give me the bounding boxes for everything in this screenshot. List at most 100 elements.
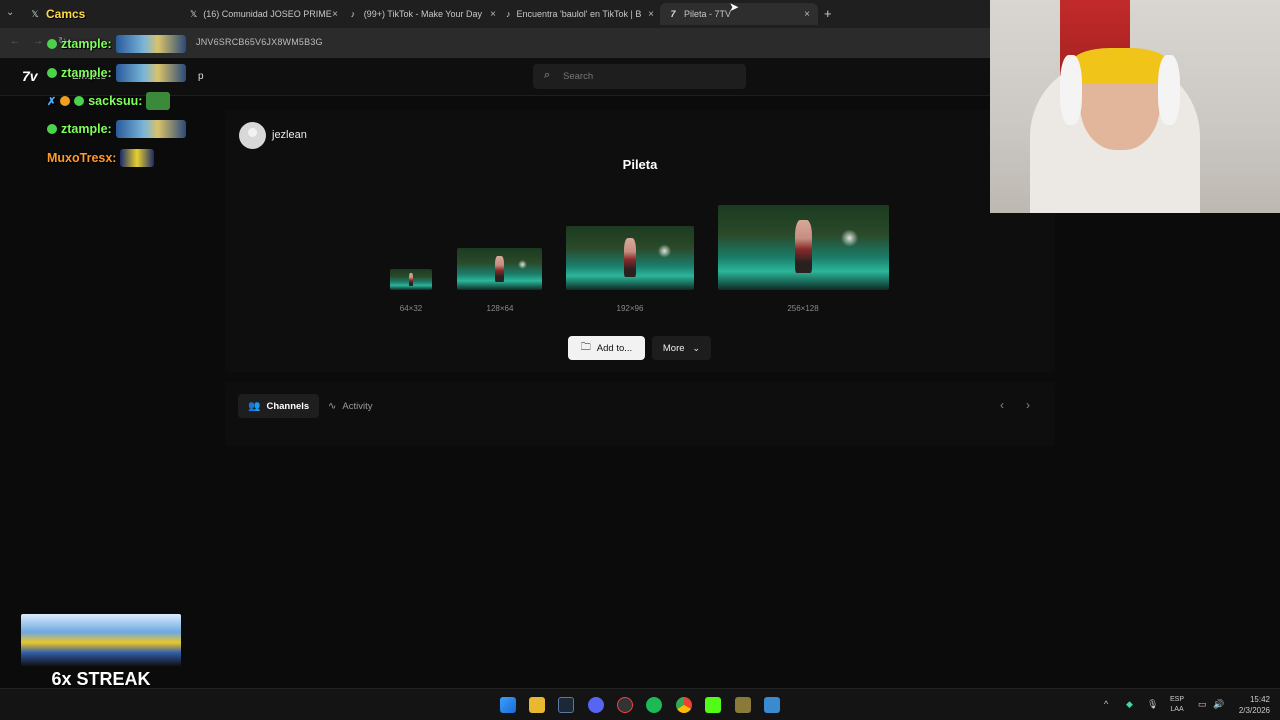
emote-preview-256[interactable]	[718, 205, 889, 290]
spotify-icon[interactable]	[646, 697, 662, 713]
size-label-64: 64×32	[399, 304, 423, 313]
back-arrow-icon[interactable]: ←	[10, 36, 20, 47]
file-explorer-icon[interactable]	[529, 697, 545, 713]
minions-emote-icon	[115, 64, 186, 82]
language-top: ESP	[1170, 696, 1185, 703]
tab-comunidad-joseo[interactable]: 𝕏 (16) Comunidad JOSEO PRIME ×	[190, 3, 338, 25]
tab-activity[interactable]: ∿ Activity	[318, 394, 382, 418]
chevron-down-icon: ⌄	[692, 342, 701, 353]
activity-pulse-icon: ∿	[328, 400, 337, 412]
streak-minions-image	[21, 614, 181, 666]
forward-arrow-icon[interactable]: →	[33, 36, 43, 47]
more-button[interactable]: More ⌄	[652, 336, 711, 360]
minion-emote-icon	[120, 149, 155, 167]
chat-line: ✗ sacksuu:	[47, 90, 171, 112]
search-box[interactable]: ⌕ Search	[533, 64, 746, 89]
tab-camcs[interactable]: 𝕏 Camcs	[30, 3, 180, 25]
language-bottom: LAA	[1170, 706, 1184, 713]
mouse-cursor-icon: ➤	[729, 0, 740, 14]
streak-text: 6x STREAK	[51, 669, 151, 689]
new-tab-button[interactable]: +	[824, 6, 832, 21]
minions-emote-icon	[115, 120, 186, 138]
tab-tiktok-search[interactable]: ♪ Encuentra 'baulol' en TikTok | B ×	[506, 3, 654, 25]
avatar-head-icon	[248, 128, 257, 137]
tiktok-icon: ♪	[506, 9, 511, 19]
tab-list-chevron-icon[interactable]: ⌄	[6, 7, 14, 18]
steam-icon[interactable]	[558, 697, 574, 713]
chat-badge-icon	[47, 124, 57, 134]
users-icon: 👥	[248, 400, 261, 412]
tray-chevron-up-icon[interactable]: ^	[1104, 699, 1108, 709]
volume-icon[interactable]: 🔊	[1213, 699, 1224, 710]
chrome-icon[interactable]	[676, 697, 692, 713]
minions-emote-icon	[115, 35, 186, 53]
tab-close-icon[interactable]: ×	[648, 9, 654, 20]
add-to-label: Add to...	[596, 342, 633, 354]
chat-username: ztample:	[61, 66, 112, 80]
tab-label: Encuentra 'baulol' en TikTok | B	[516, 9, 642, 19]
chat-line: ztample:	[47, 33, 186, 55]
microphone-icon[interactable]: 🎙	[1147, 699, 1158, 710]
tab-label: Camcs	[46, 7, 86, 21]
emoji-badge-icon	[60, 96, 71, 106]
clock-time: 15:42	[1249, 695, 1270, 704]
emote-preview-192[interactable]	[566, 226, 694, 290]
network-icon[interactable]: ▭	[1198, 699, 1207, 710]
green-emote-icon	[146, 92, 171, 110]
windows-taskbar: ^ ◆ 🎙 ESP LAA ▭ 🔊 15:42 2/3/2026	[0, 688, 1280, 720]
x-logo-icon: 𝕏	[31, 8, 39, 19]
clock-date: 2/3/2026	[1238, 706, 1270, 715]
add-to-button[interactable]: 🗀 Add to...	[568, 336, 645, 360]
tab-tiktok-home[interactable]: ♪ (99+) TikTok - Make Your Day ×	[348, 3, 496, 25]
owner-name[interactable]: jezlean	[272, 129, 307, 141]
sword-badge-icon: ✗	[47, 95, 57, 108]
chat-username: sacksuu:	[88, 94, 143, 108]
chat-badge-icon	[74, 96, 85, 106]
x-logo-icon: 𝕏	[190, 8, 198, 19]
chevron-left-icon[interactable]: ‹	[1000, 398, 1004, 412]
tiktok-icon: ♪	[350, 9, 356, 19]
webcam-headphone-left	[1060, 55, 1082, 125]
nav-partial-link[interactable]: p	[198, 71, 204, 82]
webcam-feed	[990, 0, 1280, 213]
tab-close-icon[interactable]: ×	[804, 9, 810, 20]
size-label-128: 128×64	[486, 304, 514, 313]
search-icon: ⌕	[544, 69, 551, 81]
defender-shield-icon[interactable]: ◆	[1126, 699, 1133, 710]
chevron-right-icon[interactable]: ›	[1026, 398, 1030, 412]
size-label-256: 256×128	[787, 304, 819, 313]
chat-badge-icon	[47, 39, 57, 49]
emote-preview-64[interactable]	[390, 269, 432, 290]
tab-channels-label: Channels	[266, 400, 310, 412]
tab-label: Pileta - 7TV	[684, 9, 732, 19]
tab-channels[interactable]: 👥 Channels	[238, 394, 320, 418]
size-label-192: 192×96	[616, 304, 644, 313]
chat-line: ztample:	[47, 118, 186, 140]
tab-close-icon[interactable]: ×	[490, 9, 496, 20]
7tv-icon: 7	[670, 9, 676, 19]
chat-username: ztample:	[61, 122, 112, 136]
kick-icon[interactable]	[705, 697, 721, 713]
url-text[interactable]: JNV6SRCB65V6JX8WM5B3G	[196, 37, 323, 47]
clock[interactable]: 15:42 2/3/2026	[1228, 694, 1270, 716]
chat-username: ztample:	[61, 37, 112, 51]
notepad-icon[interactable]	[764, 697, 780, 713]
emote-preview-128[interactable]	[457, 248, 542, 290]
windows-start-icon[interactable]	[500, 697, 516, 713]
obs-icon[interactable]	[617, 697, 633, 713]
search-placeholder: Search	[563, 71, 594, 82]
tab-close-icon[interactable]: ×	[332, 9, 338, 20]
7tv-logo[interactable]: 7v	[22, 68, 38, 84]
chat-line: ztample:	[47, 62, 186, 84]
chat-username: MuxoTresx:	[47, 151, 117, 165]
tab-label: (99+) TikTok - Make Your Day	[363, 9, 482, 19]
folder-plus-icon: 🗀	[580, 341, 591, 353]
minecraft-icon[interactable]	[735, 697, 751, 713]
chat-line: MuxoTresx:	[47, 147, 155, 169]
language-indicator[interactable]: ESP LAA	[1170, 695, 1184, 715]
more-label: More	[662, 342, 685, 354]
webcam-yellow-headband	[1072, 48, 1168, 84]
webcam-headphone-right	[1158, 55, 1180, 125]
discord-icon[interactable]	[588, 697, 604, 713]
owner-avatar[interactable]	[239, 122, 266, 149]
